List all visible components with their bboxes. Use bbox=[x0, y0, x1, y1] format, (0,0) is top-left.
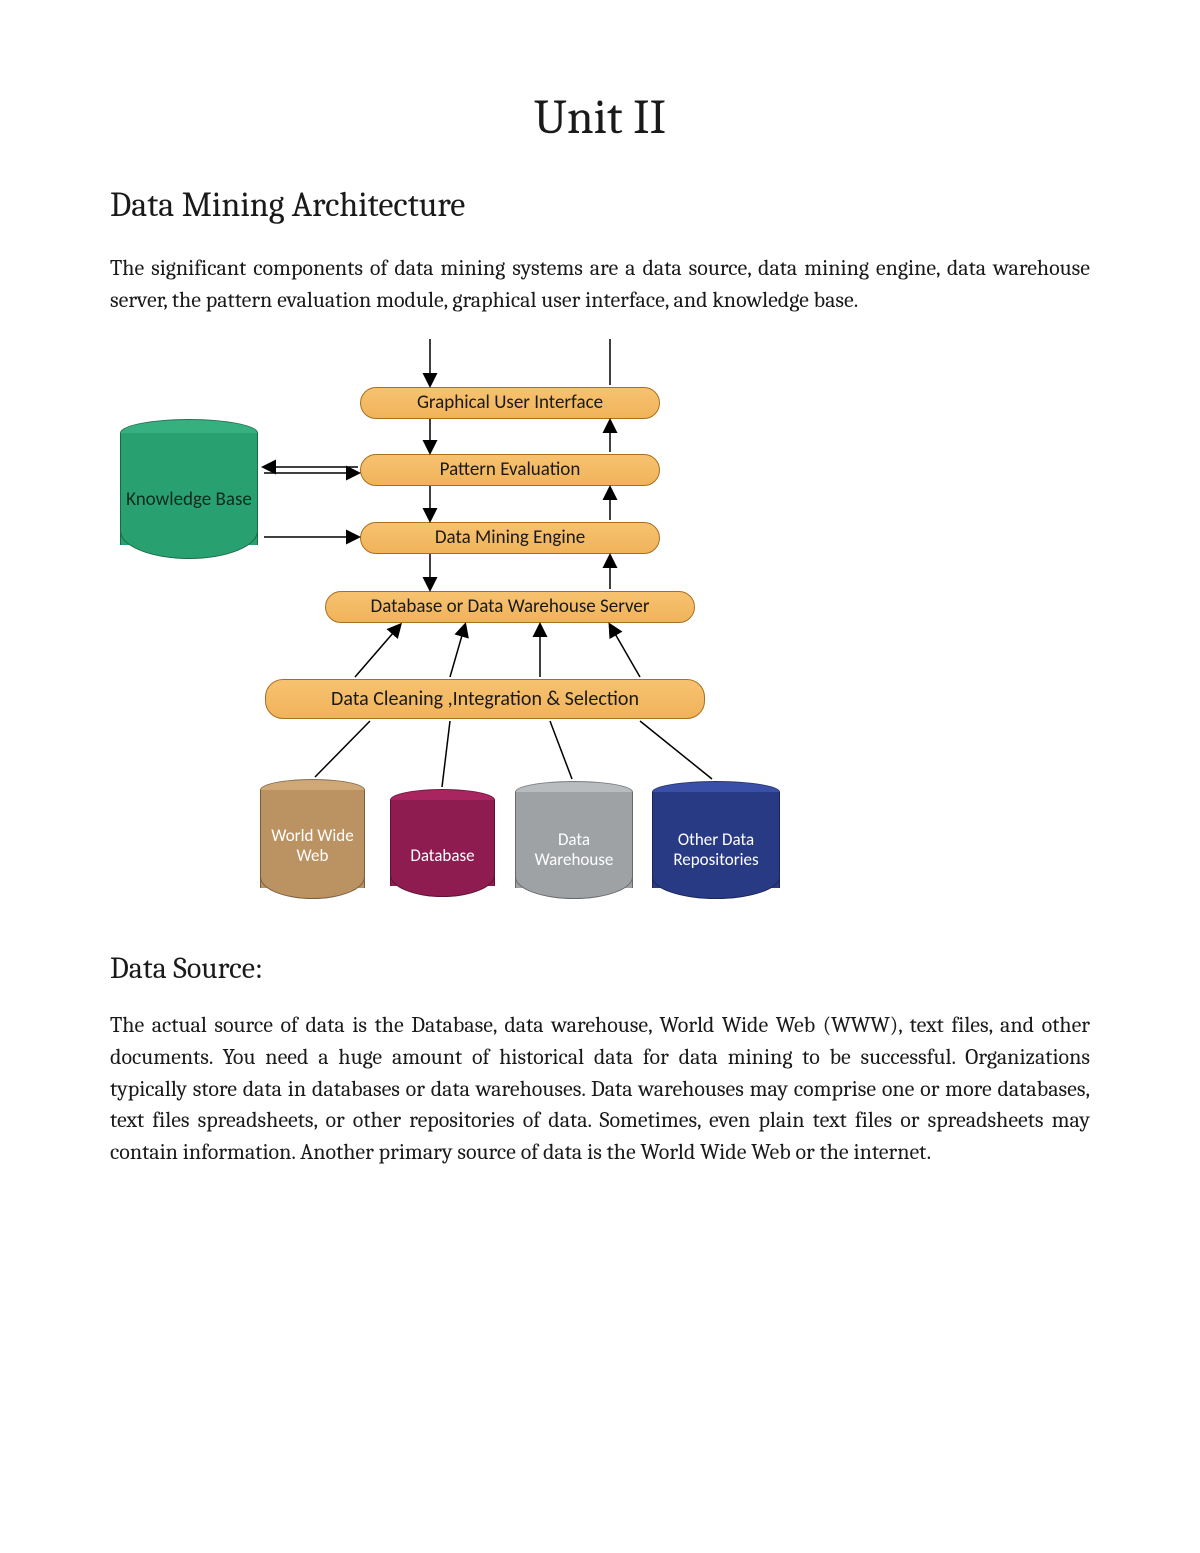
source-warehouse-label: Data Warehouse bbox=[515, 815, 633, 885]
source-other-label: Other Data Repositories bbox=[652, 815, 780, 885]
layer-cleaning: Data Cleaning ,Integration & Selection bbox=[265, 679, 705, 719]
layer-dbserver: Database or Data Warehouse Server bbox=[325, 591, 695, 623]
layer-engine: Data Mining Engine bbox=[360, 522, 660, 554]
page-title: Unit II bbox=[110, 90, 1090, 145]
source-database-label: Database bbox=[390, 829, 495, 883]
subsection-heading-data-source: Data Source: bbox=[110, 951, 1090, 986]
source-other-cylinder: Other Data Repositories bbox=[652, 781, 780, 899]
knowledge-base-cylinder: Knowledge Base bbox=[120, 419, 258, 559]
layer-pattern: Pattern Evaluation bbox=[360, 454, 660, 486]
architecture-diagram: Knowledge Base Graphical User Interface … bbox=[120, 339, 860, 919]
knowledge-base-label: Knowledge Base bbox=[120, 459, 258, 541]
source-database-cylinder: Database bbox=[390, 789, 495, 897]
source-www-cylinder: World Wide Web bbox=[260, 779, 365, 899]
source-warehouse-cylinder: Data Warehouse bbox=[515, 781, 633, 899]
section-heading: Data Mining Architecture bbox=[110, 185, 1090, 225]
layer-gui: Graphical User Interface bbox=[360, 387, 660, 419]
source-www-label: World Wide Web bbox=[260, 807, 365, 885]
data-source-paragraph: The actual source of data is the Databas… bbox=[110, 1010, 1090, 1169]
intro-paragraph: The significant components of data minin… bbox=[110, 253, 1090, 317]
